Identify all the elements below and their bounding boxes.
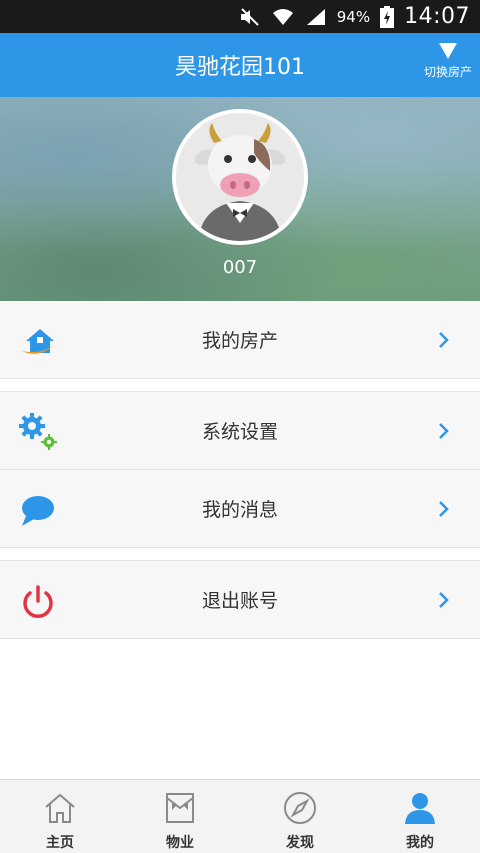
property-icon	[162, 790, 198, 826]
nav-tab-property[interactable]: 物业	[120, 780, 240, 853]
dropdown-triangle-icon	[438, 43, 457, 59]
title-bar: 昊驰花园101 切换房产	[0, 33, 480, 97]
battery-charging-icon	[380, 5, 395, 28]
chat-bubble-icon	[18, 490, 58, 530]
gears-icon	[18, 412, 58, 452]
menu-item-label: 退出账号	[201, 590, 278, 612]
power-icon	[18, 581, 58, 621]
switch-property-label: 切换房产	[423, 65, 472, 79]
menu-item-label: 我的房产	[201, 330, 278, 352]
chevron-right-icon	[438, 590, 450, 610]
profile-banner: 007	[0, 97, 480, 301]
battery-percent: 94%	[336, 7, 371, 26]
wifi-icon	[271, 7, 295, 27]
nav-tab-mine[interactable]: 我的	[360, 780, 480, 853]
switch-property-button[interactable]: 切换房产	[424, 43, 472, 80]
nav-tab-discover[interactable]: 发现	[240, 780, 360, 853]
bottom-nav: 主页 物业 发现 我的	[0, 779, 480, 853]
house-icon	[18, 321, 58, 361]
menu-item-label: 我的消息	[201, 499, 278, 521]
nav-label: 主页	[46, 835, 74, 851]
chevron-right-icon	[438, 499, 450, 519]
username: 007	[222, 257, 258, 278]
menu-item-my-property[interactable]: 我的房产	[0, 301, 480, 379]
user-icon	[402, 790, 438, 826]
cow-avatar-icon	[176, 113, 304, 241]
chevron-right-icon	[438, 330, 450, 350]
menu-separator	[0, 548, 480, 561]
avatar[interactable]	[172, 109, 308, 245]
status-bar: 94% 14:07	[0, 0, 480, 33]
page-title: 昊驰花园101	[175, 55, 305, 80]
nav-label: 我的	[406, 835, 434, 851]
signal-icon	[305, 7, 327, 27]
chevron-right-icon	[438, 421, 450, 441]
menu-item-label: 系统设置	[201, 421, 278, 443]
clock: 14:07	[404, 4, 470, 29]
nav-label: 发现	[286, 835, 314, 851]
menu-item-logout[interactable]: 退出账号	[0, 561, 480, 639]
mute-icon	[239, 7, 261, 27]
menu-separator	[0, 379, 480, 392]
nav-label: 物业	[166, 835, 194, 851]
menu-item-system-settings[interactable]: 系统设置	[0, 392, 480, 470]
nav-tab-home[interactable]: 主页	[0, 780, 120, 853]
home-icon	[42, 790, 78, 826]
menu-item-my-messages[interactable]: 我的消息	[0, 470, 480, 548]
compass-icon	[282, 790, 318, 826]
